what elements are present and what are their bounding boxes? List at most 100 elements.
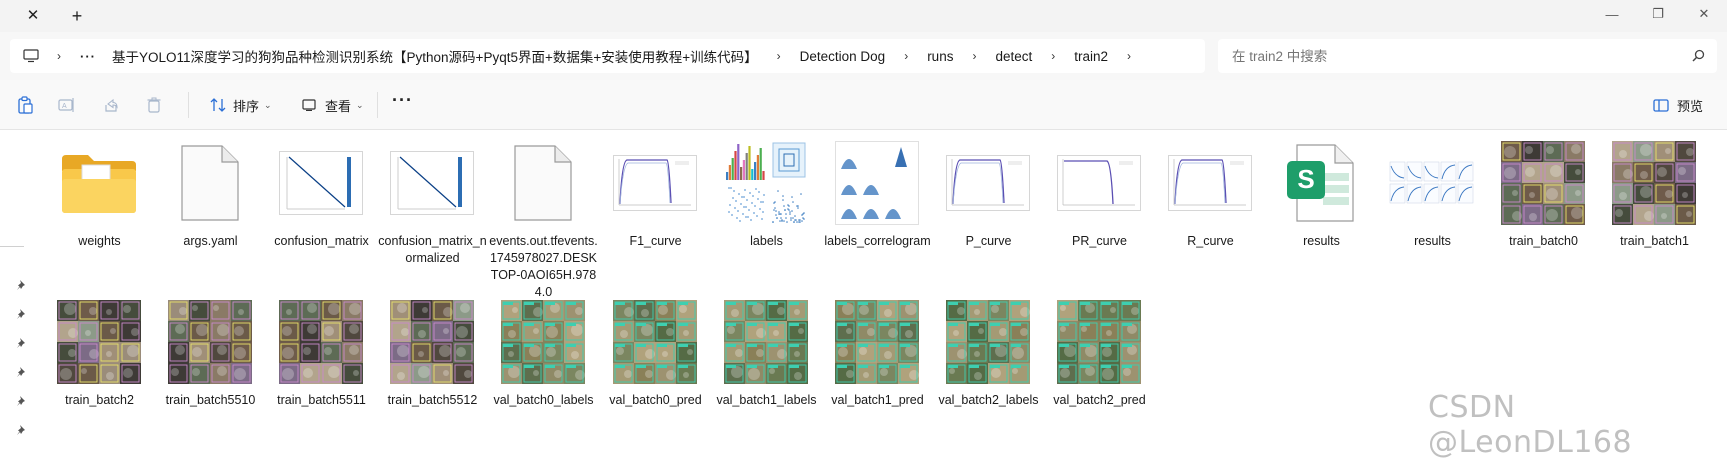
image-thumbnail xyxy=(1164,137,1256,229)
pin-icon[interactable] xyxy=(16,423,28,435)
image-thumbnail xyxy=(831,296,923,388)
folder-item[interactable]: weights xyxy=(44,131,155,290)
file-name: val_batch2_pred xyxy=(1053,393,1146,407)
window-close-icon[interactable]: ✕ xyxy=(1681,0,1727,28)
pin-icon[interactable] xyxy=(16,336,28,348)
maximize-icon[interactable]: ❐ xyxy=(1635,0,1681,28)
breadcrumb-separator-icon[interactable]: › xyxy=(766,49,792,63)
breadcrumb-item-runs[interactable]: runs xyxy=(919,49,961,64)
breadcrumb[interactable]: › ··· 基于YOLO11深度学习的狗狗品种检测识别系统【Python源码+P… xyxy=(10,39,1205,73)
sort-icon xyxy=(210,98,226,112)
file-item[interactable]: PR_curve xyxy=(1044,131,1155,290)
breadcrumb-item-detect[interactable]: detect xyxy=(987,49,1040,64)
command-bar: A 排序 ⌄ 查看 ⌄ ··· 预览 xyxy=(0,80,1727,130)
file-name: F1_curve xyxy=(629,234,682,248)
file-item[interactable]: Sresults xyxy=(1266,131,1377,290)
sort-button[interactable]: 排序 ⌄ xyxy=(210,93,272,117)
search-box[interactable] xyxy=(1218,39,1717,73)
image-thumbnail xyxy=(1386,137,1478,229)
new-tab-icon[interactable]: + xyxy=(66,6,88,26)
file-name: results xyxy=(1303,234,1340,248)
search-icon[interactable] xyxy=(1692,49,1705,67)
search-input[interactable] xyxy=(1232,48,1662,64)
breadcrumb-separator-icon[interactable]: › xyxy=(1040,49,1066,63)
file-name: val_batch1_pred xyxy=(831,393,924,407)
chevron-down-icon: ⌄ xyxy=(356,99,364,110)
file-item[interactable]: F1_curve xyxy=(600,131,711,290)
image-thumbnail xyxy=(164,296,256,388)
image-thumbnail xyxy=(1497,137,1589,229)
breadcrumb-separator-icon[interactable]: › xyxy=(893,49,919,63)
file-item[interactable]: train_batch5510 xyxy=(155,290,266,449)
file-name: labels xyxy=(750,234,783,248)
pin-icon[interactable] xyxy=(16,394,28,406)
file-name: PR_curve xyxy=(1072,234,1127,248)
file-item[interactable]: labels xyxy=(711,131,822,290)
chevron-down-icon: ⌄ xyxy=(264,99,272,110)
file-icon xyxy=(164,137,256,229)
window-controls: — ❐ ✕ xyxy=(1589,0,1727,32)
view-label: 查看 xyxy=(325,98,352,114)
file-item[interactable]: train_batch5511 xyxy=(266,290,377,449)
minimize-icon[interactable]: — xyxy=(1589,0,1635,28)
file-item[interactable]: train_batch2 xyxy=(44,290,155,449)
this-pc-icon[interactable] xyxy=(16,49,46,63)
file-item[interactable]: confusion_matrix_normalized xyxy=(377,131,488,290)
breadcrumb-item-train2[interactable]: train2 xyxy=(1066,49,1116,64)
file-item[interactable]: val_batch0_pred xyxy=(600,290,711,449)
navigation-pane xyxy=(0,131,32,441)
close-tab-icon[interactable]: ✕ xyxy=(22,6,44,26)
file-item[interactable]: train_batch0 xyxy=(1488,131,1599,290)
file-item[interactable]: train_batch5512 xyxy=(377,290,488,449)
breadcrumb-item-project[interactable]: 基于YOLO11深度学习的狗狗品种检测识别系统【Python源码+Pyqt5界面… xyxy=(104,46,766,66)
folder-icon xyxy=(53,137,145,229)
breadcrumb-overflow[interactable]: ··· xyxy=(72,49,104,64)
image-thumbnail xyxy=(720,137,812,229)
file-item[interactable]: confusion_matrix xyxy=(266,131,377,290)
file-item[interactable]: val_batch2_labels xyxy=(933,290,1044,449)
file-item[interactable]: args.yaml xyxy=(155,131,266,290)
svg-text:A: A xyxy=(62,103,67,110)
view-button[interactable]: 查看 ⌄ xyxy=(302,93,364,117)
svg-text:S: S xyxy=(1297,164,1314,194)
image-thumbnail xyxy=(275,296,367,388)
delete-icon[interactable] xyxy=(143,94,165,116)
pin-icon[interactable] xyxy=(16,278,28,290)
more-options-button[interactable]: ··· xyxy=(392,90,413,111)
tab-bar: ✕ + — ❐ ✕ xyxy=(0,0,1727,32)
preview-label: 预览 xyxy=(1676,98,1703,114)
file-name: train_batch1 xyxy=(1620,234,1689,248)
image-thumbnail xyxy=(942,296,1034,388)
file-item[interactable]: P_curve xyxy=(933,131,1044,290)
file-name: labels_correlogram xyxy=(824,234,931,248)
toolbar-divider xyxy=(188,92,189,118)
watermark: CSDN @LeonDL168 xyxy=(1428,390,1633,460)
file-item[interactable]: val_batch2_pred xyxy=(1044,290,1155,449)
breadcrumb-item-detection-dog[interactable]: Detection Dog xyxy=(792,49,894,64)
image-thumbnail xyxy=(609,296,701,388)
share-icon[interactable] xyxy=(100,94,122,116)
file-item[interactable]: events.out.tfevents.1745978027.DESKTOP-0… xyxy=(488,131,599,299)
file-item[interactable]: val_batch1_pred xyxy=(822,290,933,449)
file-item[interactable]: train_batch1 xyxy=(1599,131,1710,290)
paste-icon[interactable] xyxy=(14,94,36,116)
image-thumbnail xyxy=(609,137,701,229)
file-name: train_batch2 xyxy=(65,393,134,407)
spreadsheet-icon: S xyxy=(1275,137,1367,229)
file-name: val_batch0_pred xyxy=(609,393,702,407)
file-item[interactable]: val_batch1_labels xyxy=(711,290,822,449)
image-thumbnail xyxy=(497,296,589,388)
breadcrumb-separator-icon[interactable]: › xyxy=(961,49,987,63)
breadcrumb-separator-icon[interactable]: › xyxy=(1116,49,1142,63)
file-item[interactable]: labels_correlogram xyxy=(822,131,933,290)
rename-icon[interactable]: A xyxy=(56,94,78,116)
preview-button[interactable]: 预览 xyxy=(1653,93,1703,117)
file-item[interactable]: R_curve xyxy=(1155,131,1266,290)
file-item[interactable]: val_batch0_labels xyxy=(488,290,599,449)
file-item[interactable]: results xyxy=(1377,131,1488,290)
pin-icon[interactable] xyxy=(16,365,28,377)
image-thumbnail xyxy=(53,296,145,388)
toolbar-divider xyxy=(377,92,378,118)
pin-icon[interactable] xyxy=(16,307,28,319)
breadcrumb-separator-icon[interactable]: › xyxy=(46,49,72,63)
